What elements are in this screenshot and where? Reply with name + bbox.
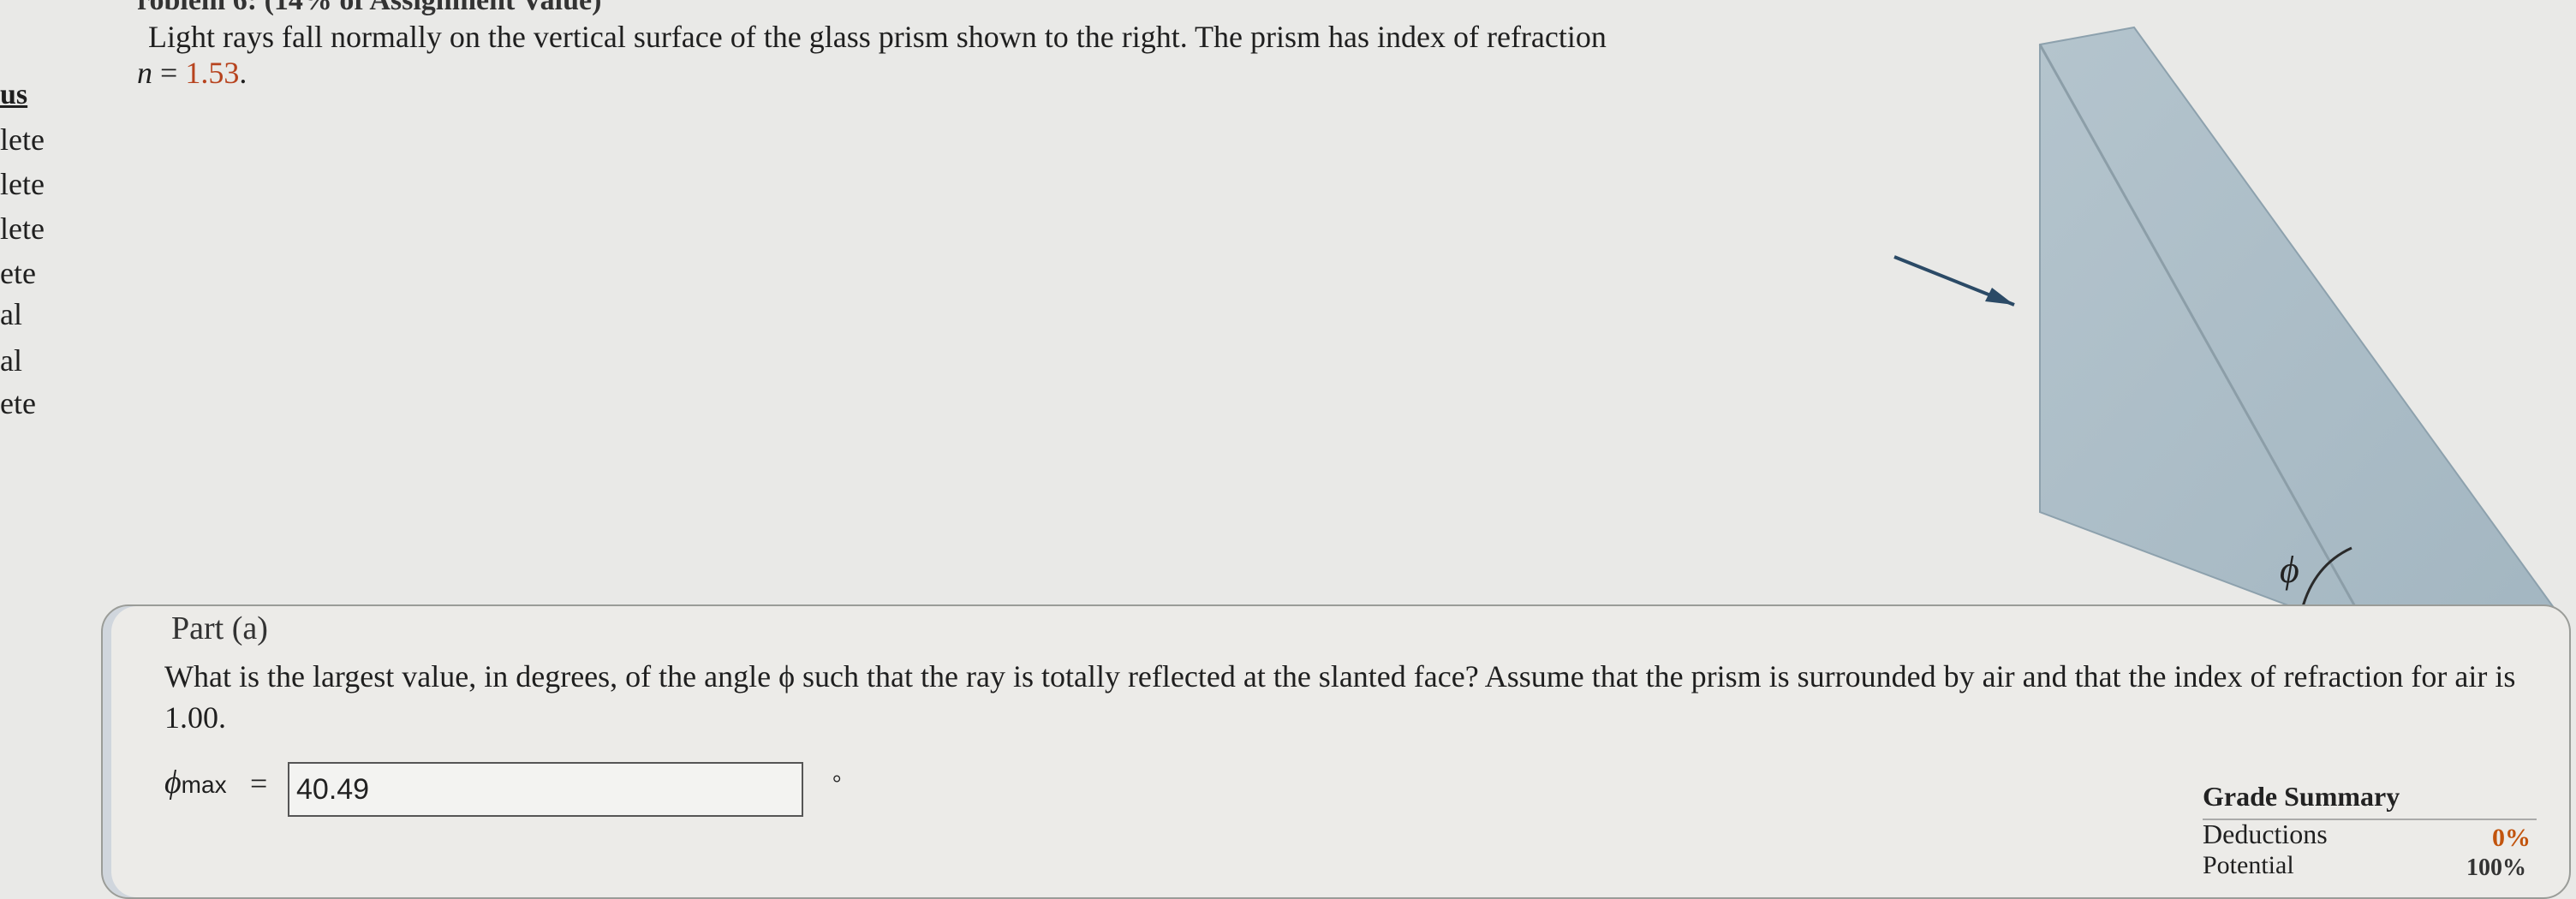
part-a-panel xyxy=(101,604,2571,899)
part-question: What is the largest value, in degrees, o… xyxy=(164,659,2516,735)
problem-statement: Light rays fall normally on the vertical… xyxy=(148,20,1607,54)
prism-edge xyxy=(2038,44,2374,638)
angle-arc xyxy=(2300,546,2352,610)
sidebar-item[interactable]: lete xyxy=(0,211,45,247)
equals-sign: = xyxy=(250,766,268,801)
deductions-label: Deductions xyxy=(2203,819,2328,849)
sidebar-item[interactable]: al xyxy=(0,296,22,332)
sidebar-item[interactable]: al xyxy=(0,342,22,378)
sidebar-item[interactable]: lete xyxy=(0,166,45,202)
sidebar-item[interactable]: lete xyxy=(0,122,45,158)
sidebar-item[interactable]: ete xyxy=(0,385,36,421)
potential-value: 100% xyxy=(2466,854,2526,881)
deductions-value: 0% xyxy=(2492,824,2531,852)
answer-variable-label: ϕmax xyxy=(164,764,227,801)
n-equals: = xyxy=(152,56,186,90)
phi-subscript: max xyxy=(181,771,227,798)
n-variable: n xyxy=(137,56,152,90)
answer-input[interactable] xyxy=(288,762,803,817)
problem-title: roblem 6: (14% of Assignment Value) xyxy=(137,0,602,16)
potential-label: Potential xyxy=(2203,851,2294,879)
sidebar-heading[interactable]: us xyxy=(0,79,27,111)
phi-symbol: ϕ xyxy=(164,765,182,801)
ray-arrow xyxy=(1893,255,2015,307)
angle-label: ϕ xyxy=(2280,549,2299,591)
n-period: . xyxy=(239,56,247,90)
part-title: Part (a) xyxy=(171,610,268,646)
n-value: 1.53 xyxy=(185,56,240,90)
arrow-head-icon xyxy=(1985,288,2014,305)
sidebar-item[interactable]: ete xyxy=(0,255,36,291)
refraction-index-line: n = 1.53. xyxy=(137,55,247,91)
prism-shape xyxy=(2039,26,2561,639)
degree-unit: ° xyxy=(832,771,842,795)
grade-summary-title: Grade Summary xyxy=(2203,781,2400,812)
